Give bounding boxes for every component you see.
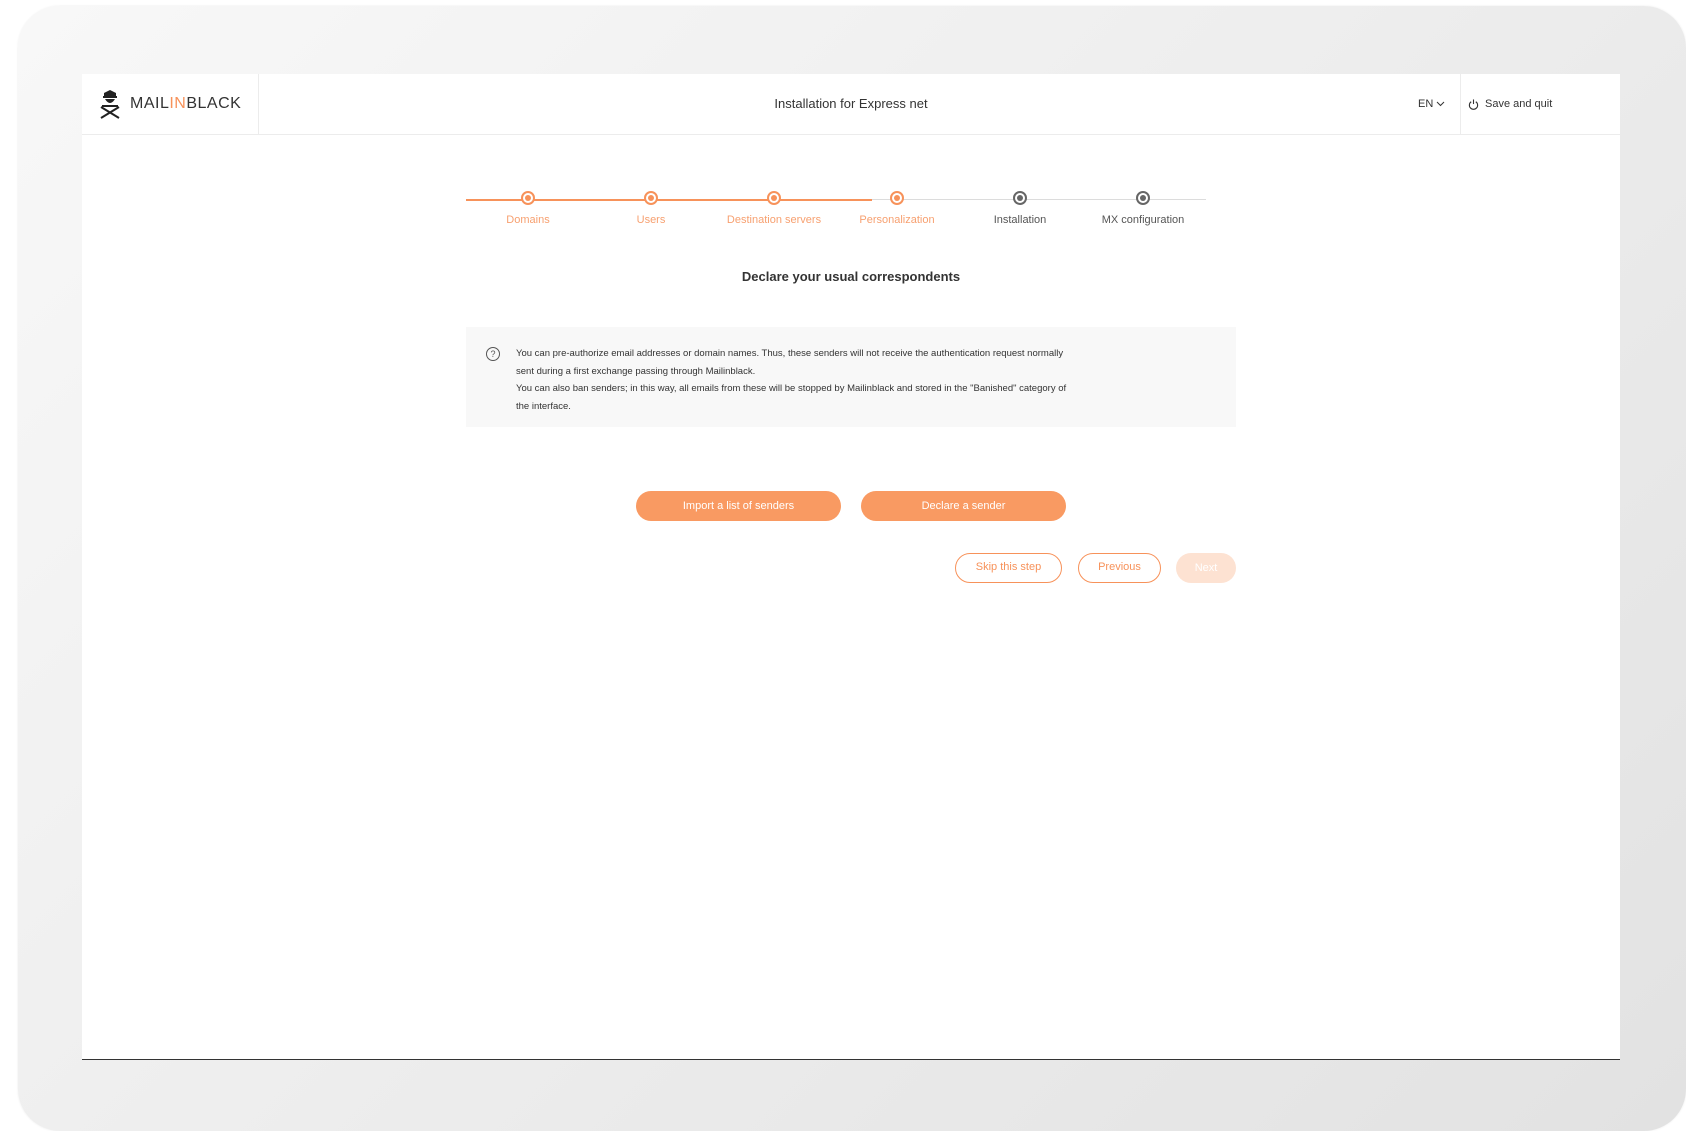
step-domains[interactable]: Domains (466, 184, 590, 226)
step-label: Destination servers (726, 214, 822, 226)
info-line: sent during a first exchange passing thr… (516, 365, 756, 377)
next-button[interactable]: Next (1176, 553, 1236, 583)
step-destination-servers[interactable]: Destination servers (712, 184, 836, 226)
step-label: Personalization (859, 214, 935, 226)
question-icon: ? (486, 347, 500, 361)
page-title: Declare your usual correspondents (741, 269, 961, 284)
step-pending-icon (1013, 191, 1027, 205)
language-label: EN (1418, 98, 1434, 110)
import-senders-button[interactable]: Import a list of senders (636, 491, 841, 521)
header-title: Installation for Express net (774, 96, 928, 111)
power-icon (1468, 98, 1479, 110)
step-installation: Installation (958, 184, 1082, 226)
step-users[interactable]: Users (589, 184, 713, 226)
progress-stepper: Domains Users Destination servers Person… (466, 184, 1206, 244)
chevron-down-icon (1436, 101, 1445, 107)
step-current-icon (890, 191, 904, 205)
step-label: MX configuration (1101, 214, 1185, 226)
step-personalization[interactable]: Personalization (835, 184, 959, 226)
header-divider (1460, 74, 1461, 134)
step-label: Domains (506, 214, 550, 226)
app-screen: MAILINBLACK Installation for Express net… (82, 74, 1620, 1059)
step-done-icon (644, 191, 658, 205)
step-label: Users (636, 214, 666, 226)
save-and-quit-button[interactable]: Save and quit (1468, 74, 1552, 134)
step-mx-configuration: MX configuration (1081, 184, 1205, 226)
save-and-quit-label: Save and quit (1485, 98, 1553, 110)
step-done-icon (521, 191, 535, 205)
step-done-icon (767, 191, 781, 205)
info-box: ? You can pre-authorize email addresses … (466, 327, 1236, 427)
language-selector[interactable]: EN (1418, 74, 1445, 134)
top-header: MAILINBLACK Installation for Express net… (82, 74, 1620, 135)
info-line: the interface. (516, 400, 571, 412)
skip-step-button[interactable]: Skip this step (955, 553, 1062, 583)
step-label: Installation (993, 214, 1047, 226)
step-pending-icon (1136, 191, 1150, 205)
info-text: You can pre-authorize email addresses or… (516, 345, 1156, 415)
screen-edge (82, 1059, 1620, 1060)
declare-sender-button[interactable]: Declare a sender (861, 491, 1066, 521)
previous-button[interactable]: Previous (1078, 553, 1161, 583)
info-line: You can also ban senders; in this way, a… (516, 383, 1067, 394)
info-line: You can pre-authorize email addresses or… (516, 348, 1064, 359)
